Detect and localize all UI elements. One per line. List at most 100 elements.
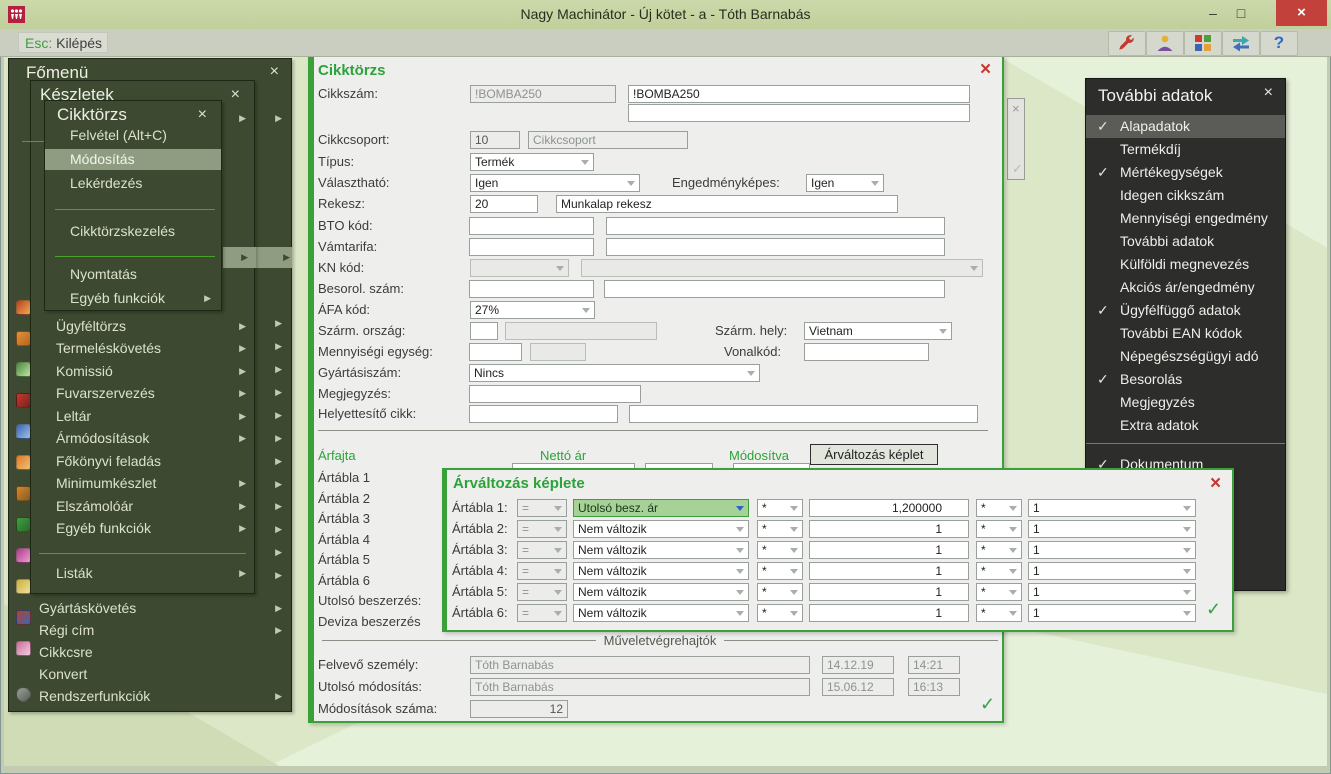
popup-op3-select[interactable]: * [976,541,1022,559]
fomenu-item-gyartaskovetes[interactable]: Gyártáskövetés ▶ [9,598,291,619]
keszletek-item-fokonyvi-feladas[interactable]: Főkönyvi feladás [31,451,254,472]
popup-source-select[interactable]: Nem változik [573,562,749,580]
popup-extra-select[interactable]: 1 [1028,499,1196,517]
popup-op3-select[interactable]: * [976,499,1022,517]
popup-factor-input[interactable]: 1 [809,541,969,559]
popup-extra-select[interactable]: 1 [1028,604,1196,622]
panel-item-nepegeszsegugyi-ado[interactable]: Népegészségügyi adó [1086,345,1285,368]
kn-name-select[interactable] [581,259,983,277]
menny-egyseg-field[interactable] [469,343,522,361]
rekesz-name-field[interactable]: Munkalap rekesz [556,195,898,213]
cikktorzs-item-nyomtatas[interactable]: Nyomtatás [45,264,221,285]
szarm-orszag-code-field[interactable] [470,322,498,340]
keszletek-item-minimumkeszlet[interactable]: Minimumkészlet ▶ [31,473,254,494]
popup-source-select[interactable]: Nem változik [573,604,749,622]
megjegyzes-field[interactable] [469,385,641,403]
keszletek-item-ugyfeltorzs[interactable]: Ügyféltörzs ▶ [31,316,254,337]
engedmenykepes-select[interactable]: Igen [806,174,884,192]
fomenu-close-icon[interactable]: × [270,64,279,80]
popup-source-select[interactable]: Nem változik [573,520,749,538]
bto-name-field[interactable] [606,217,945,235]
help-button[interactable]: ? [1260,31,1298,56]
panel-item-megjegyzes[interactable]: Megjegyzés [1086,391,1285,414]
transfer-button[interactable] [1222,31,1260,56]
popup-op2-select[interactable]: * [757,541,803,559]
maximize-button[interactable]: □ [1229,3,1253,24]
afa-select[interactable]: 27% [470,301,595,319]
bto-code-field[interactable] [469,217,594,235]
panel-item-termekdij[interactable]: Termékdíj [1086,138,1285,161]
popup-op1-select[interactable]: = [517,541,567,559]
valaszthato-select[interactable]: Igen [470,174,640,192]
popup-op2-select[interactable]: * [757,583,803,601]
cikkcsoport-code-field[interactable]: 10 [470,131,520,149]
popup-op1-select[interactable]: = [517,604,567,622]
panel-item-kulfoldi-megnevezes[interactable]: Külföldi megnevezés [1086,253,1285,276]
vamtarifa-name-field[interactable] [606,238,945,256]
popup-op1-select[interactable]: = [517,499,567,517]
popup-op3-select[interactable]: * [976,604,1022,622]
popup-op2-select[interactable]: * [757,499,803,517]
keszletek-item-listak[interactable]: Listák ▶ [31,563,254,584]
cikktorzs-item-felvetel[interactable]: Felvétel (Alt+C) [45,125,221,146]
arvaltozas-keplet-button[interactable]: Árváltozás képlet [810,444,938,465]
keszletek-item-egyeb-funkciok[interactable]: Egyéb funkciók ▶ [31,518,254,539]
modules-button[interactable] [1184,31,1222,56]
popup-close-icon[interactable]: × [1210,474,1221,493]
fomenu-item-regi-cim[interactable]: Régi cím ▶ [9,620,291,641]
popup-source-select[interactable]: Nem változik [573,541,749,559]
popup-factor-input[interactable]: 1 [809,604,969,622]
popup-factor-input[interactable]: 1,200000 [809,499,969,517]
helyettesito-name-field[interactable] [629,405,978,423]
fomenu-item-konvert[interactable]: Konvert [9,664,291,685]
panel-item-tovabbi-adatok[interactable]: További adatok [1086,230,1285,253]
keszletek-item-leltar[interactable]: Leltár ▶ [31,406,254,427]
tipus-select[interactable]: Termék [470,153,594,171]
keszletek-item-fuvarszervezes[interactable]: Fuvarszervezés ▶ [31,383,254,404]
panel-item-mertekegysegek[interactable]: ✓ Mértékegységek [1086,161,1285,184]
popup-op1-select[interactable]: = [517,583,567,601]
popup-extra-select[interactable]: 1 [1028,583,1196,601]
cikktorzs-menu-close-icon[interactable]: × [198,107,207,123]
user-button[interactable] [1146,31,1184,56]
cikkszam-extra-field[interactable] [628,104,970,122]
popup-source-select[interactable]: Nem változik [573,583,749,601]
panel-item-mennyisegi-engedmeny[interactable]: Mennyiségi engedmény [1086,207,1285,230]
panel-item-ugyfelfuggo-adatok[interactable]: ✓ Ügyfélfüggő adatok [1086,299,1285,322]
popup-extra-select[interactable]: 1 [1028,520,1196,538]
popup-confirm-check-icon[interactable]: ✓ [1206,600,1221,618]
popup-factor-input[interactable]: 1 [809,520,969,538]
minimize-button[interactable]: – [1201,3,1225,24]
szarm-hely-select[interactable]: Vietnam [804,322,952,340]
popup-op3-select[interactable]: * [976,583,1022,601]
popup-factor-input[interactable]: 1 [809,583,969,601]
cikkszam-field[interactable]: !BOMBA250 [628,85,970,103]
panel-item-idegen-cikkszam[interactable]: Idegen cikkszám [1086,184,1285,207]
panel-item-extra-adatok[interactable]: Extra adatok [1086,414,1285,437]
panel-item-akcios-ar[interactable]: Akciós ár/engedmény [1086,276,1285,299]
form-confirm-check-icon[interactable]: ✓ [980,695,995,713]
cikktorzs-item-cikktorzskezeles[interactable]: Cikktörzskezelés [45,221,221,242]
vonalkod-field[interactable] [804,343,929,361]
cikktorzs-item-lekerdezes[interactable]: Lekérdezés [45,173,221,194]
popup-extra-select[interactable]: 1 [1028,562,1196,580]
besorol-code-field[interactable] [469,280,594,298]
popup-op3-select[interactable]: * [976,562,1022,580]
keszletek-item-elszamoloar[interactable]: Elszámolóár ▶ [31,496,254,517]
cikktorzs-item-modositas[interactable]: Módosítás [45,149,221,170]
popup-op2-select[interactable]: * [757,562,803,580]
panel-item-alapadatok[interactable]: ✓ Alapadatok [1086,115,1285,138]
popup-op2-select[interactable]: * [757,520,803,538]
panel-close-icon[interactable]: × [1264,85,1273,101]
helyettesito-code-field[interactable] [469,405,618,423]
popup-op2-select[interactable]: * [757,604,803,622]
vamtarifa-code-field[interactable] [469,238,594,256]
popup-source-select[interactable]: Utolsó besz. ár [573,499,749,517]
popup-op1-select[interactable]: = [517,520,567,538]
cikktorzs-item-egyeb-funkciok[interactable]: Egyéb funkciók ▶ [45,288,221,309]
gyartasiszam-select[interactable]: Nincs [469,364,760,382]
settings-wrench-button[interactable] [1108,31,1146,56]
panel-item-tovabbi-ean[interactable]: További EAN kódok [1086,322,1285,345]
panel-item-besorolas[interactable]: ✓ Besorolás [1086,368,1285,391]
popup-op1-select[interactable]: = [517,562,567,580]
